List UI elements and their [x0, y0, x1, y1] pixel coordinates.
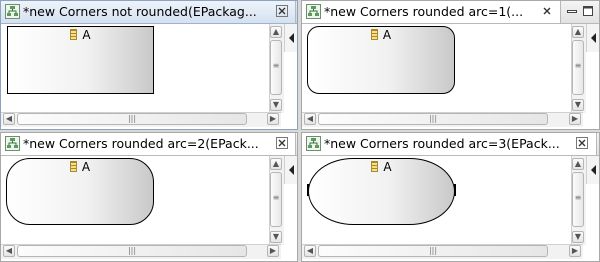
diagram-editor-icon [5, 4, 20, 19]
scroll-right-button[interactable]: ▶ [267, 245, 279, 257]
eclass-node[interactable]: A [307, 26, 455, 94]
editor-tab[interactable]: *new Corners rounded arc=1(... [302, 1, 561, 23]
scroll-thumb[interactable]: ||| [17, 245, 247, 257]
vertical-scrollbar[interactable]: ▲ ≡ ▼ [269, 24, 284, 113]
vertical-scrollbar[interactable]: ▲ ≡ ▼ [571, 24, 586, 113]
editor-corners-rounded-arc-3: *new Corners rounded arc=3(EPack... A ▲ … [301, 132, 600, 262]
maximize-icon[interactable] [582, 5, 594, 17]
scroll-up-button[interactable]: ▲ [270, 26, 282, 38]
scroll-thumb[interactable]: ||| [17, 113, 247, 125]
palette-toggle-icon [289, 165, 294, 175]
scroll-left-button[interactable]: ◀ [3, 245, 15, 257]
close-icon[interactable] [276, 137, 288, 149]
palette-toggle-icon [591, 165, 596, 175]
scroll-left-button[interactable]: ◀ [304, 113, 316, 125]
editor-tab[interactable]: *new Corners rounded arc=3(EPack... [302, 133, 597, 155]
eclass-icon [70, 29, 78, 40]
scroll-up-button[interactable]: ▲ [572, 26, 584, 38]
diagram-editor-icon [306, 136, 321, 151]
scroll-right-button[interactable]: ▶ [569, 113, 581, 125]
eclass-icon [370, 29, 378, 40]
editor-corners-not-rounded: *new Corners not rounded(EPackag... A ▲ … [0, 0, 298, 130]
diagram-editor-icon [306, 4, 321, 19]
diagram-editor-icon [5, 136, 20, 151]
palette-toggle[interactable] [284, 156, 297, 184]
palette-toggle-icon [591, 33, 596, 43]
scroll-thumb[interactable]: ||| [318, 245, 548, 257]
scroll-thumb[interactable]: ||| [318, 113, 548, 125]
node-label: A [308, 28, 454, 42]
node-label: A [8, 28, 153, 42]
editor-tab[interactable]: *new Corners not rounded(EPackag... [1, 1, 296, 23]
minimize-icon[interactable] [566, 5, 578, 17]
editor-tab-title: *new Corners rounded arc=2(EPack... [23, 136, 259, 151]
editor-tab-title: *new Corners not rounded(EPackag... [23, 4, 257, 19]
horizontal-scrollbar[interactable]: ◀ ||| ▶ [1, 112, 281, 127]
scroll-right-button[interactable]: ▶ [569, 245, 581, 257]
horizontal-scrollbar[interactable]: ◀ ||| ▶ [302, 112, 583, 127]
node-edge-handle-right [454, 184, 456, 196]
close-icon[interactable] [576, 137, 588, 149]
vertical-scrollbar[interactable]: ▲ ≡ ▼ [571, 156, 586, 245]
scroll-thumb[interactable]: ≡ [270, 172, 282, 227]
close-icon[interactable] [541, 5, 553, 17]
close-icon[interactable] [276, 5, 288, 17]
scroll-down-button[interactable]: ▼ [572, 231, 584, 243]
editor-corners-rounded-arc-1: *new Corners rounded arc=1(... A ▲ ≡ ▼ ◀… [301, 0, 600, 130]
palette-toggle[interactable] [586, 24, 599, 52]
editor-tab[interactable]: *new Corners rounded arc=2(EPack... [1, 133, 296, 155]
eclass-icon [371, 161, 379, 172]
scroll-right-button[interactable]: ▶ [267, 113, 279, 125]
horizontal-scrollbar[interactable]: ◀ ||| ▶ [302, 244, 583, 259]
scroll-up-button[interactable]: ▲ [572, 158, 584, 170]
palette-toggle[interactable] [284, 24, 297, 52]
editor-tab-title: *new Corners rounded arc=1(... [324, 4, 524, 19]
eclass-node[interactable]: A [308, 158, 455, 225]
node-label: A [309, 160, 454, 174]
scroll-thumb[interactable]: ≡ [572, 40, 584, 95]
editor-tabbar: *new Corners not rounded(EPackag... [1, 1, 297, 24]
editor-tabbar: *new Corners rounded arc=1(... [302, 1, 599, 24]
editor-tabbar: *new Corners rounded arc=2(EPack... [1, 133, 297, 156]
editor-corners-rounded-arc-2: *new Corners rounded arc=2(EPack... A ▲ … [0, 132, 298, 262]
editor-tab-title: *new Corners rounded arc=3(EPack... [324, 136, 560, 151]
vertical-scrollbar[interactable]: ▲ ≡ ▼ [269, 156, 284, 245]
scroll-down-button[interactable]: ▼ [270, 231, 282, 243]
scroll-down-button[interactable]: ▼ [572, 99, 584, 111]
scroll-thumb[interactable]: ≡ [572, 172, 584, 227]
eclass-node[interactable]: A [7, 26, 154, 94]
palette-toggle-icon [289, 33, 294, 43]
scroll-down-button[interactable]: ▼ [270, 99, 282, 111]
palette-toggle[interactable] [586, 156, 599, 184]
node-label: A [7, 160, 153, 174]
editor-tabbar: *new Corners rounded arc=3(EPack... [302, 133, 599, 156]
scroll-left-button[interactable]: ◀ [3, 113, 15, 125]
scroll-thumb[interactable]: ≡ [270, 40, 282, 95]
horizontal-scrollbar[interactable]: ◀ ||| ▶ [1, 244, 281, 259]
node-edge-handle-left [307, 184, 309, 196]
scroll-up-button[interactable]: ▲ [270, 158, 282, 170]
eclass-icon [69, 161, 77, 172]
scroll-left-button[interactable]: ◀ [304, 245, 316, 257]
eclass-node[interactable]: A [6, 158, 154, 225]
